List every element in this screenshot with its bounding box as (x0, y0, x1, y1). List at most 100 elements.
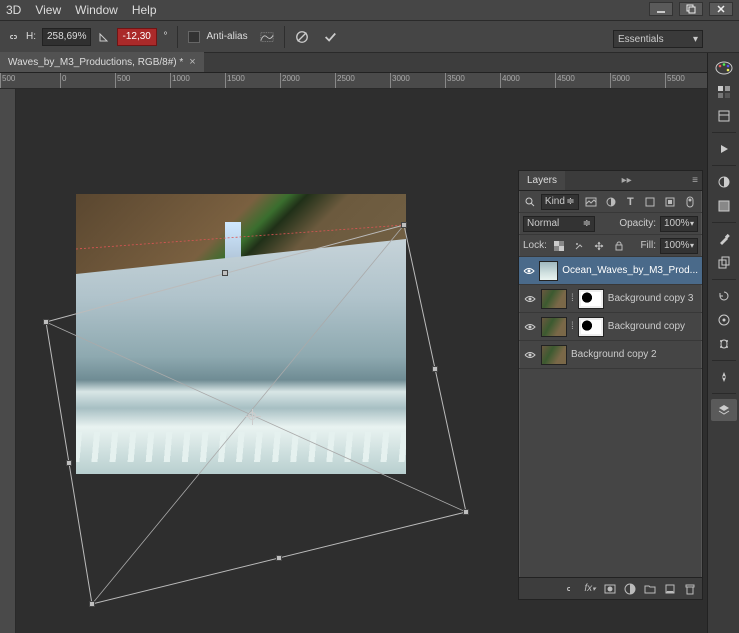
layer-thumbnail[interactable] (541, 289, 567, 309)
window-controls (649, 2, 733, 16)
workspace-switcher[interactable]: Essentials ▾ (613, 30, 703, 48)
adjustments-icon[interactable] (711, 171, 737, 193)
transform-handle[interactable] (66, 460, 72, 466)
layer-thumbnail[interactable] (541, 345, 567, 365)
visibility-toggle-icon[interactable] (523, 292, 537, 306)
fill-label: Fill: (640, 240, 656, 251)
new-fill-adjustment-icon[interactable] (622, 581, 638, 597)
search-icon[interactable] (523, 195, 537, 209)
link-mask-icon[interactable]: ⁞ (571, 321, 574, 332)
horizontal-ruler[interactable]: 500 0 500 1000 1500 2000 2500 3000 3500 … (0, 73, 707, 89)
layer-mask-thumbnail[interactable] (578, 289, 604, 309)
document-tab[interactable]: Waves_by_M3_Productions, RGB/8#) * × (0, 52, 204, 72)
close-button[interactable] (709, 2, 733, 16)
transform-handle[interactable] (432, 366, 438, 372)
filter-kind-dropdown[interactable]: Kind≑ (541, 194, 579, 210)
transform-handle[interactable] (89, 601, 95, 607)
menu-3d[interactable]: 3D (6, 3, 21, 17)
artboard (76, 194, 406, 474)
antialias-checkbox[interactable] (188, 31, 200, 43)
history-icon[interactable] (711, 285, 737, 307)
link-mask-icon[interactable]: ⁞ (571, 293, 574, 304)
link-icon[interactable] (6, 30, 20, 44)
transform-center-handle[interactable] (248, 412, 256, 420)
ruler-tick: 2000 (282, 74, 300, 83)
navigator-icon[interactable] (711, 366, 737, 388)
opacity-field[interactable]: 100%▾ (660, 216, 698, 232)
lock-position-icon[interactable] (591, 239, 607, 253)
document-tab-title: Waves_by_M3_Productions, RGB/8#) * (8, 57, 183, 68)
height-field[interactable]: 258,69% (42, 28, 91, 46)
filter-pixel-icon[interactable] (583, 195, 599, 209)
lock-image-icon[interactable] (571, 239, 587, 253)
transform-handle[interactable] (276, 555, 282, 561)
menu-help[interactable]: Help (132, 3, 157, 17)
cancel-transform-icon[interactable] (295, 30, 309, 44)
styles-icon[interactable] (711, 195, 737, 217)
visibility-toggle-icon[interactable] (523, 348, 537, 362)
vertical-ruler[interactable] (0, 89, 16, 633)
play-icon[interactable] (711, 138, 737, 160)
visibility-toggle-icon[interactable] (523, 264, 535, 278)
layer-style-icon[interactable]: fx▾ (582, 581, 598, 597)
color-picker-icon[interactable] (711, 57, 737, 79)
transform-handle[interactable] (401, 222, 407, 228)
layer-row[interactable]: Ocean_Waves_by_M3_Prod... (519, 257, 702, 285)
properties-icon[interactable] (711, 309, 737, 331)
filter-smart-icon[interactable] (662, 195, 678, 209)
new-layer-icon[interactable] (662, 581, 678, 597)
transform-handle[interactable] (43, 319, 49, 325)
layer-row[interactable]: ⁞ Background copy (519, 313, 702, 341)
character-icon[interactable] (711, 333, 737, 355)
add-mask-icon[interactable] (602, 581, 618, 597)
new-group-icon[interactable] (642, 581, 658, 597)
antialias-label: Anti-alias (206, 31, 247, 42)
maximize-button[interactable] (679, 2, 703, 16)
swatches-icon[interactable] (711, 81, 737, 103)
lock-all-icon[interactable] (611, 239, 627, 253)
layers-panel: Layers ▸▸ ≡ Kind≑ T Normal≑ Opacity: 100… (518, 170, 703, 600)
close-tab-icon[interactable]: × (189, 56, 195, 68)
ruler-tick: 1500 (227, 74, 245, 83)
commit-transform-icon[interactable] (323, 30, 337, 44)
brush-icon[interactable] (711, 228, 737, 250)
layer-name[interactable]: Background copy 3 (608, 293, 694, 304)
visibility-toggle-icon[interactable] (523, 320, 537, 334)
rotation-field[interactable]: -12,30 (117, 28, 157, 46)
delete-layer-icon[interactable] (682, 581, 698, 597)
transform-handle[interactable] (222, 270, 228, 276)
image-waves-layer (76, 239, 406, 474)
libraries-icon[interactable] (711, 105, 737, 127)
panel-menu-icon[interactable]: ≡ (688, 175, 702, 186)
minimize-button[interactable] (649, 2, 673, 16)
filter-type-icon[interactable]: T (622, 195, 638, 209)
layers-panel-footer: fx▾ (519, 577, 702, 599)
fill-field[interactable]: 100%▾ (660, 238, 698, 254)
layers-icon[interactable] (711, 399, 737, 421)
layers-tab[interactable]: Layers (519, 171, 565, 190)
filter-shape-icon[interactable] (642, 195, 658, 209)
transform-handle[interactable] (463, 509, 469, 515)
layer-thumbnail[interactable] (541, 317, 567, 337)
filter-toggle[interactable] (682, 195, 698, 209)
warp-icon[interactable] (260, 30, 274, 44)
document-tabs: Waves_by_M3_Productions, RGB/8#) * × (0, 53, 739, 73)
link-layers-icon[interactable] (562, 581, 578, 597)
layer-filter-row: Kind≑ T (519, 191, 702, 213)
height-label: H: (26, 31, 36, 42)
layer-mask-thumbnail[interactable] (578, 317, 604, 337)
filter-adjustment-icon[interactable] (603, 195, 619, 209)
layer-row[interactable]: Background copy 2 (519, 341, 702, 369)
blend-mode-dropdown[interactable]: Normal≑ (523, 216, 595, 232)
layer-name[interactable]: Background copy 2 (571, 349, 657, 360)
menu-view[interactable]: View (35, 3, 61, 17)
clone-icon[interactable] (711, 252, 737, 274)
layer-name[interactable]: Ocean_Waves_by_M3_Prod... (562, 265, 698, 276)
lock-transparent-icon[interactable] (551, 239, 567, 253)
ruler-tick: 0 (62, 74, 66, 83)
menu-window[interactable]: Window (75, 3, 118, 17)
layer-name[interactable]: Background copy (608, 321, 685, 332)
layer-row[interactable]: ⁞ Background copy 3 (519, 285, 702, 313)
panel-chevrons-icon[interactable]: ▸▸ (618, 175, 636, 186)
layer-thumbnail[interactable] (539, 261, 558, 281)
